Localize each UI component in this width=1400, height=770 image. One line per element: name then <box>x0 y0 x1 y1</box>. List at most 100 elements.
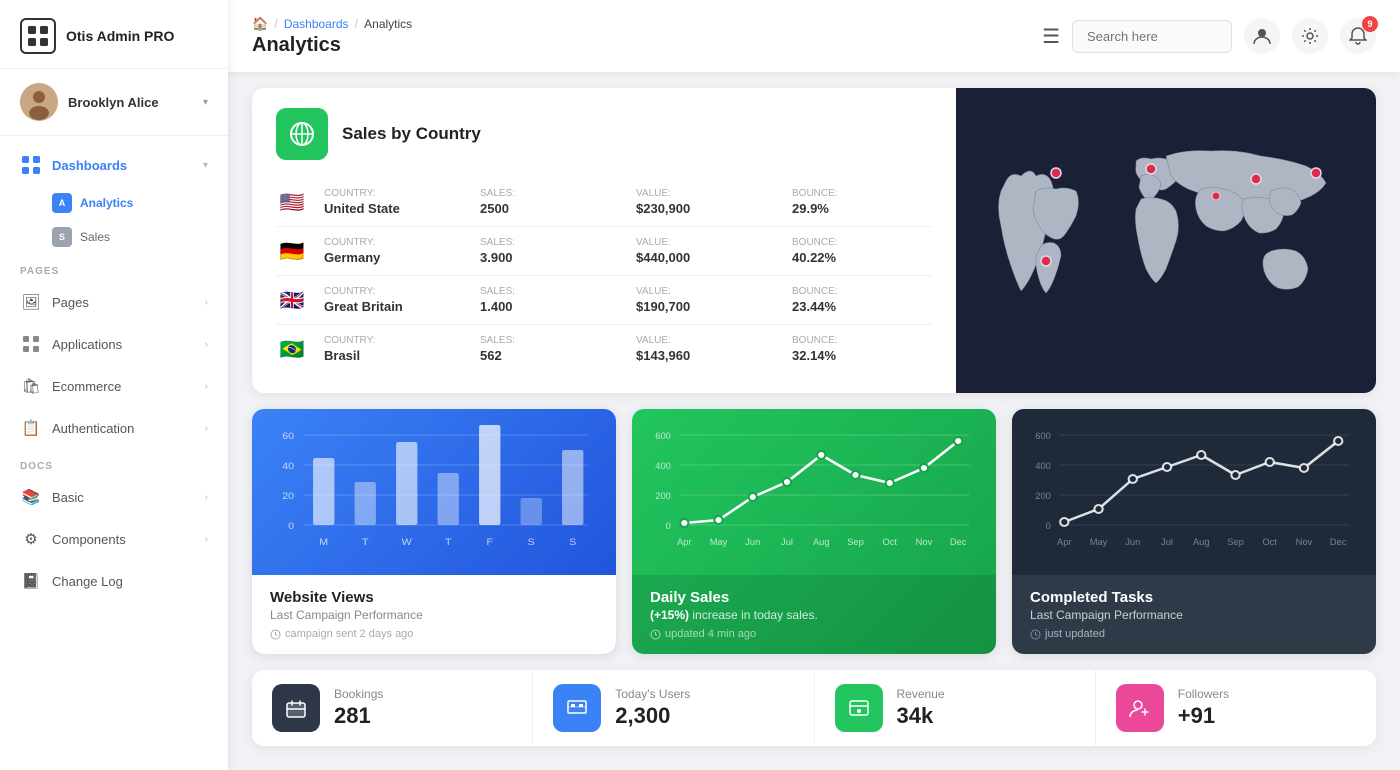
stats-bar: Bookings 281 Today's Users 2,300 Reven <box>252 670 1376 746</box>
menu-icon[interactable]: ☰ <box>1042 24 1060 49</box>
main-content: 🏠 / Dashboards / Analytics Analytics ☰ 9 <box>228 0 1400 770</box>
svg-text:F: F <box>486 538 493 548</box>
docs-section-label: DOCS <box>0 449 228 476</box>
svg-text:Dec: Dec <box>1330 537 1347 547</box>
changelog-label: Change Log <box>52 574 208 589</box>
authentication-icon: 📋 <box>20 417 42 439</box>
sidebar-item-changelog[interactable]: 📓 Change Log <box>0 560 228 602</box>
svg-text:Sep: Sep <box>1227 537 1244 547</box>
breadcrumb-sep1: / <box>274 16 278 31</box>
svg-text:600: 600 <box>655 431 671 441</box>
country-col: Country: Great Britain <box>324 286 464 314</box>
sidebar-item-analytics[interactable]: A Analytics <box>52 186 228 220</box>
svg-text:Apr: Apr <box>677 537 692 547</box>
settings-button[interactable] <box>1292 18 1328 54</box>
dashboards-label: Dashboards <box>52 158 127 173</box>
analytics-label: Analytics <box>80 196 133 210</box>
completed-tasks-meta: just updated <box>1030 628 1358 640</box>
stat-users: Today's Users 2,300 <box>533 670 814 746</box>
sidebar-nav: Dashboards ▾ A Analytics S Sales PAGES 🖼… <box>0 136 228 770</box>
sales-col: Sales: 3.900 <box>480 237 620 265</box>
basic-icon: 📚 <box>20 486 42 508</box>
notifications-button[interactable]: 9 <box>1340 18 1376 54</box>
sidebar-logo: Otis Admin PRO <box>0 0 228 69</box>
revenue-text: Revenue 34k <box>897 687 945 729</box>
sidebar-item-ecommerce[interactable]: 🛍 Ecommerce › <box>0 365 228 407</box>
pages-section-label: PAGES <box>0 254 228 281</box>
website-views-subtitle: Last Campaign Performance <box>270 608 598 622</box>
changelog-icon: 📓 <box>20 570 42 592</box>
sidebar-item-components[interactable]: ⚙ Components › <box>0 518 228 560</box>
dashboards-submenu: A Analytics S Sales <box>0 186 228 254</box>
svg-text:Aug: Aug <box>813 537 830 547</box>
applications-label: Applications <box>52 337 195 352</box>
stat-revenue: Revenue 34k <box>815 670 1096 746</box>
flag-gb: 🇬🇧 <box>276 289 308 311</box>
header: 🏠 / Dashboards / Analytics Analytics ☰ 9 <box>228 0 1400 72</box>
website-views-card: 60 40 20 0 M T <box>252 409 616 654</box>
country-col: Country: Germany <box>324 237 464 265</box>
user-name: Brooklyn Alice <box>68 95 193 110</box>
user-chevron-icon: ▾ <box>203 97 208 108</box>
website-views-meta: campaign sent 2 days ago <box>270 628 598 640</box>
country-col: Country: United State <box>324 188 464 216</box>
dashboards-icon <box>20 154 42 176</box>
user-profile-button[interactable] <box>1244 18 1280 54</box>
pages-label: Pages <box>52 295 195 310</box>
sales-badge: S <box>52 227 72 247</box>
svg-text:S: S <box>569 538 577 548</box>
svg-text:Aug: Aug <box>1193 537 1210 547</box>
app-name: Otis Admin PRO <box>66 28 174 44</box>
value-col: Value: $230,900 <box>636 188 776 216</box>
ecommerce-label: Ecommerce <box>52 379 195 394</box>
breadcrumb-dashboards[interactable]: Dashboards <box>284 17 349 31</box>
bar-chart-area: 60 40 20 0 M T <box>252 409 616 575</box>
bookings-text: Bookings 281 <box>334 687 383 729</box>
notification-badge: 9 <box>1362 16 1378 32</box>
revenue-icon <box>835 684 883 732</box>
svg-text:400: 400 <box>1035 461 1051 471</box>
sidebar-item-dashboards[interactable]: Dashboards ▾ <box>0 144 228 186</box>
svg-text:60: 60 <box>282 432 294 442</box>
globe-icon <box>276 108 328 160</box>
svg-text:T: T <box>362 538 369 548</box>
home-icon: 🏠 <box>252 16 268 32</box>
table-row: 🇧🇷 Country: Brasil Sales: 562 Value: $14… <box>276 325 932 373</box>
value-col: Value: $440,000 <box>636 237 776 265</box>
world-map <box>956 88 1376 393</box>
value-col: Value: $190,700 <box>636 286 776 314</box>
daily-sales-title: Daily Sales <box>650 589 978 606</box>
sales-card-title: Sales by Country <box>342 124 481 144</box>
sidebar-item-basic[interactable]: 📚 Basic › <box>0 476 228 518</box>
sidebar-item-sales[interactable]: S Sales <box>52 220 228 254</box>
followers-icon <box>1116 684 1164 732</box>
stat-bookings: Bookings 281 <box>252 670 533 746</box>
sidebar-item-applications[interactable]: Applications › <box>0 323 228 365</box>
svg-text:Sep: Sep <box>847 537 864 547</box>
stat-followers: Followers +91 <box>1096 670 1376 746</box>
basic-label: Basic <box>52 490 195 505</box>
search-input[interactable] <box>1072 20 1232 53</box>
svg-text:S: S <box>528 538 536 548</box>
daily-sales-subtitle: (+15%) increase in today sales. <box>650 608 978 622</box>
avatar <box>20 83 58 121</box>
completed-tasks-title: Completed Tasks <box>1030 589 1358 606</box>
svg-text:40: 40 <box>282 462 294 472</box>
line-chart-area-dark: 600 400 200 0 <box>1012 409 1376 575</box>
daily-sales-card: 600 400 200 0 <box>632 409 996 654</box>
content-area: Sales by Country 🇺🇸 Country: United Stat… <box>228 72 1400 770</box>
svg-text:400: 400 <box>655 461 671 471</box>
svg-text:0: 0 <box>288 522 294 532</box>
svg-text:Jun: Jun <box>1125 537 1140 547</box>
sidebar-item-authentication[interactable]: 📋 Authentication › <box>0 407 228 449</box>
sidebar-user[interactable]: Brooklyn Alice ▾ <box>0 69 228 136</box>
breadcrumb-sep2: / <box>355 16 359 31</box>
applications-chevron-icon: › <box>205 339 208 350</box>
sales-by-country-card: Sales by Country 🇺🇸 Country: United Stat… <box>252 88 1376 393</box>
website-views-title: Website Views <box>270 589 598 606</box>
bounce-col: Bounce: 29.9% <box>792 188 932 216</box>
authentication-label: Authentication <box>52 421 195 436</box>
sidebar-item-pages[interactable]: 🖼 Pages › <box>0 281 228 323</box>
svg-text:Nov: Nov <box>916 537 933 547</box>
sales-col: Sales: 562 <box>480 335 620 363</box>
